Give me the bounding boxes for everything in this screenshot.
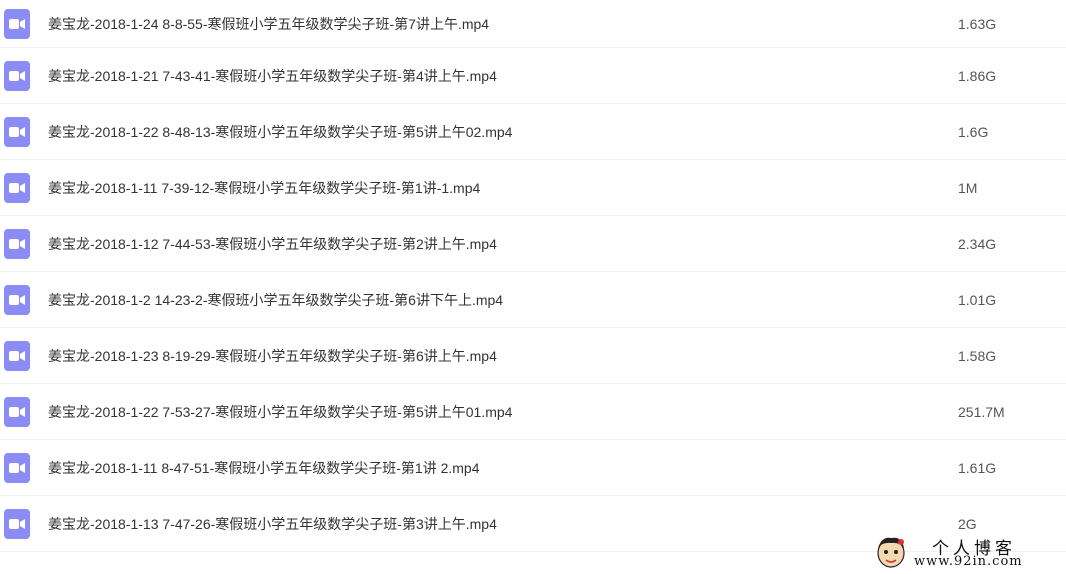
file-size: 1.6G bbox=[958, 123, 989, 140]
video-file-icon bbox=[4, 172, 30, 203]
file-name[interactable]: 姜宝龙-2018-1-21 7-43-41-寒假班小学五年级数学尖子班-第4讲上… bbox=[48, 66, 497, 86]
file-row[interactable]: 姜宝龙-2018-1-24 8-8-55-寒假班小学五年级数学尖子班-第7讲上午… bbox=[0, 0, 1066, 48]
file-size: 1.63G bbox=[958, 15, 997, 32]
video-file-icon bbox=[4, 116, 30, 147]
file-row[interactable]: 姜宝龙-2018-1-12 7-44-53-寒假班小学五年级数学尖子班-第2讲上… bbox=[0, 216, 1066, 272]
file-name[interactable]: 姜宝龙-2018-1-12 7-44-53-寒假班小学五年级数学尖子班-第2讲上… bbox=[48, 234, 497, 254]
file-row[interactable]: 姜宝龙-2018-1-11 8-47-51-寒假班小学五年级数学尖子班-第1讲 … bbox=[0, 440, 1066, 496]
video-file-icon bbox=[4, 452, 30, 483]
file-row[interactable]: 姜宝龙-2018-1-22 7-53-27-寒假班小学五年级数学尖子班-第5讲上… bbox=[0, 384, 1066, 440]
mascot-logo-icon bbox=[877, 537, 905, 568]
file-row[interactable]: 姜宝龙-2018-1-11 7-39-12-寒假班小学五年级数学尖子班-第1讲-… bbox=[0, 160, 1066, 216]
file-name[interactable]: 姜宝龙-2018-1-22 8-48-13-寒假班小学五年级数学尖子班-第5讲上… bbox=[48, 122, 512, 142]
video-file-icon bbox=[4, 284, 30, 315]
file-row[interactable]: 姜宝龙-2018-1-22 8-48-13-寒假班小学五年级数学尖子班-第5讲上… bbox=[0, 104, 1066, 160]
file-size: 1.01G bbox=[958, 291, 997, 308]
file-size: 1.61G bbox=[958, 459, 997, 476]
file-name[interactable]: 姜宝龙-2018-1-22 7-53-27-寒假班小学五年级数学尖子班-第5讲上… bbox=[48, 402, 512, 422]
file-row[interactable]: 姜宝龙-2018-1-23 8-19-29-寒假班小学五年级数学尖子班-第6讲上… bbox=[0, 328, 1066, 384]
file-row[interactable]: 姜宝龙-2018-1-2 14-23-2-寒假班小学五年级数学尖子班-第6讲下午… bbox=[0, 272, 1066, 328]
file-name[interactable]: 姜宝龙-2018-1-11 7-39-12-寒假班小学五年级数学尖子班-第1讲-… bbox=[48, 178, 480, 198]
file-list: 姜宝龙-2018-1-24 8-8-55-寒假班小学五年级数学尖子班-第7讲上午… bbox=[0, 0, 1066, 552]
video-file-icon bbox=[4, 396, 30, 427]
file-name[interactable]: 姜宝龙-2018-1-2 14-23-2-寒假班小学五年级数学尖子班-第6讲下午… bbox=[48, 290, 503, 310]
file-name[interactable]: 姜宝龙-2018-1-23 8-19-29-寒假班小学五年级数学尖子班-第6讲上… bbox=[48, 346, 497, 366]
file-row[interactable]: 姜宝龙-2018-1-21 7-43-41-寒假班小学五年级数学尖子班-第4讲上… bbox=[0, 48, 1066, 104]
watermark-url: www.92in.com bbox=[914, 554, 1023, 569]
file-size: 1.86G bbox=[958, 67, 997, 84]
video-file-icon bbox=[4, 8, 30, 39]
file-name[interactable]: 姜宝龙-2018-1-11 8-47-51-寒假班小学五年级数学尖子班-第1讲 … bbox=[48, 458, 480, 478]
video-file-icon bbox=[4, 60, 30, 91]
video-file-icon bbox=[4, 340, 30, 371]
file-size: 1M bbox=[958, 179, 978, 196]
file-size: 251.7M bbox=[958, 403, 1005, 420]
watermark: 个人博客 www.92in.com bbox=[870, 530, 1066, 574]
file-name[interactable]: 姜宝龙-2018-1-13 7-47-26-寒假班小学五年级数学尖子班-第3讲上… bbox=[48, 514, 497, 534]
file-size: 2.34G bbox=[958, 235, 997, 252]
video-file-icon bbox=[4, 508, 30, 539]
file-name[interactable]: 姜宝龙-2018-1-24 8-8-55-寒假班小学五年级数学尖子班-第7讲上午… bbox=[48, 14, 489, 34]
video-file-icon bbox=[4, 228, 30, 259]
file-size: 1.58G bbox=[958, 347, 997, 364]
